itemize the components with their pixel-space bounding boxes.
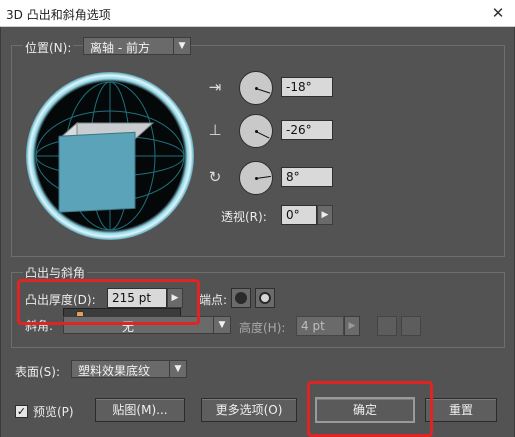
chevron-down-icon: ▼ bbox=[173, 38, 190, 54]
cap-label: 端点: bbox=[199, 293, 228, 307]
y-rotation-dial[interactable] bbox=[239, 114, 273, 148]
cube-front-face bbox=[58, 131, 136, 213]
surface-dropdown[interactable]: 塑料效果底纹 ▼ bbox=[71, 360, 187, 378]
bevel-height-label: 高度(H): bbox=[239, 321, 286, 335]
window-title: 3D 凸出和斜角选项 bbox=[6, 8, 111, 22]
z-rotation-dial[interactable] bbox=[239, 161, 273, 195]
reset-button[interactable]: 重置 bbox=[425, 398, 497, 422]
y-rotation-input[interactable]: -26° bbox=[281, 120, 333, 140]
window-titlebar: 3D 凸出和斜角选项 ✕ bbox=[0, 0, 515, 27]
more-options-button[interactable]: 更多选项(O) bbox=[201, 398, 297, 422]
rotate-z-icon: ↻ bbox=[208, 168, 222, 186]
map-button[interactable]: 贴图(M)... bbox=[95, 398, 185, 422]
surface-value: 塑料效果底纹 bbox=[78, 364, 151, 378]
z-rotation-input[interactable]: 8° bbox=[281, 167, 333, 187]
surface-label: 表面(S): bbox=[15, 365, 61, 379]
close-icon[interactable]: ✕ bbox=[489, 4, 507, 22]
x-rotation-input[interactable]: -18° bbox=[281, 77, 333, 97]
depth-highlight-box bbox=[17, 279, 200, 325]
perspective-stepper[interactable]: ▶ bbox=[317, 205, 333, 225]
perspective-label: 透视(R): bbox=[221, 210, 267, 224]
ok-highlight-box bbox=[307, 381, 433, 437]
preview-label[interactable]: 预览(P) bbox=[33, 403, 74, 420]
perspective-input[interactable]: 0° bbox=[281, 205, 317, 225]
bevel-height-input[interactable]: 4 pt bbox=[296, 316, 344, 336]
cap-off-button[interactable] bbox=[255, 288, 275, 308]
preview-checkbox[interactable]: ✓ bbox=[15, 405, 28, 418]
extrude-bevel-dialog: 位置(N): 离轴 - 前方 ▼ ⇥ -18° ⊥ -26° ↻ 8° 透视(R… bbox=[0, 27, 515, 437]
bevel-out-icon[interactable] bbox=[377, 316, 397, 336]
bevel-height-stepper[interactable]: ▶ bbox=[344, 316, 360, 336]
rotate-y-icon: ⊥ bbox=[208, 121, 222, 139]
position-preset-value: 离轴 - 前方 bbox=[90, 41, 150, 55]
cap-on-button[interactable] bbox=[231, 288, 251, 308]
bevel-in-icon[interactable] bbox=[401, 316, 421, 336]
x-rotation-dial[interactable] bbox=[239, 71, 273, 105]
position-preset-dropdown[interactable]: 离轴 - 前方 ▼ bbox=[83, 37, 191, 55]
rotate-x-icon: ⇥ bbox=[208, 78, 222, 96]
3d-preview-trackball[interactable] bbox=[25, 71, 195, 241]
chevron-down-icon: ▼ bbox=[169, 361, 186, 377]
position-label: 位置(N): bbox=[23, 39, 74, 56]
chevron-down-icon: ▼ bbox=[213, 317, 230, 333]
